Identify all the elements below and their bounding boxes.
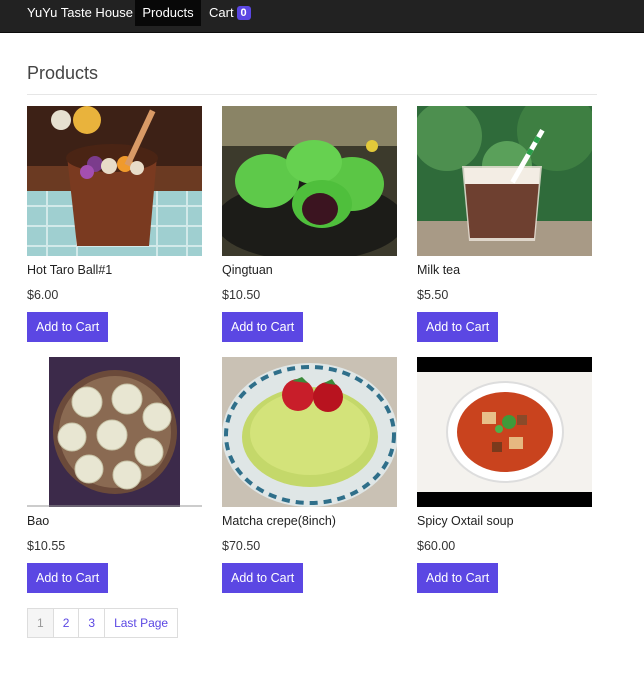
add-to-cart-button[interactable]: Add to Cart [27, 563, 109, 593]
product-image[interactable] [27, 106, 202, 256]
nav-products-link[interactable]: Products [135, 0, 201, 26]
cart-label: Cart [209, 5, 234, 20]
cart-count-badge: 0 [236, 5, 251, 20]
product-price: $60.00 [417, 539, 456, 553]
top-navbar: YuYu Taste House Products Cart 0 [0, 0, 644, 33]
product-name[interactable]: Spicy Oxtail soup [417, 514, 514, 528]
page-title: Products [27, 63, 99, 83]
add-to-cart-button[interactable]: Add to Cart [417, 563, 499, 593]
product-name[interactable]: Hot Taro Ball#1 [27, 263, 112, 277]
product-image[interactable] [417, 106, 592, 256]
pagination: 1 2 3 Last Page [27, 608, 179, 638]
page-link-3[interactable]: 3 [78, 608, 106, 638]
header-divider [27, 94, 597, 95]
page-link-2[interactable]: 2 [52, 608, 80, 638]
product-price: $6.00 [27, 288, 59, 302]
product-price: $10.50 [222, 288, 261, 302]
brand-link[interactable]: YuYu Taste House [27, 0, 133, 26]
nav-cart-link[interactable]: Cart 0 [209, 0, 251, 26]
product-image[interactable] [222, 357, 397, 507]
add-to-cart-button[interactable]: Add to Cart [222, 563, 304, 593]
page-link-1[interactable]: 1 [27, 608, 54, 638]
product-price: $70.50 [222, 539, 261, 553]
product-name[interactable]: Matcha crepe(8inch) [222, 514, 336, 528]
product-price: $10.55 [27, 539, 66, 553]
product-image[interactable] [417, 357, 592, 507]
product-name[interactable]: Milk tea [417, 263, 460, 277]
add-to-cart-button[interactable]: Add to Cart [222, 312, 304, 342]
add-to-cart-button[interactable]: Add to Cart [417, 312, 499, 342]
product-name[interactable]: Qingtuan [222, 263, 273, 277]
product-image[interactable] [27, 357, 202, 507]
product-name[interactable]: Bao [27, 514, 49, 528]
add-to-cart-button[interactable]: Add to Cart [27, 312, 109, 342]
product-price: $5.50 [417, 288, 449, 302]
last-page-link[interactable]: Last Page [104, 608, 179, 638]
product-image[interactable] [222, 106, 397, 256]
